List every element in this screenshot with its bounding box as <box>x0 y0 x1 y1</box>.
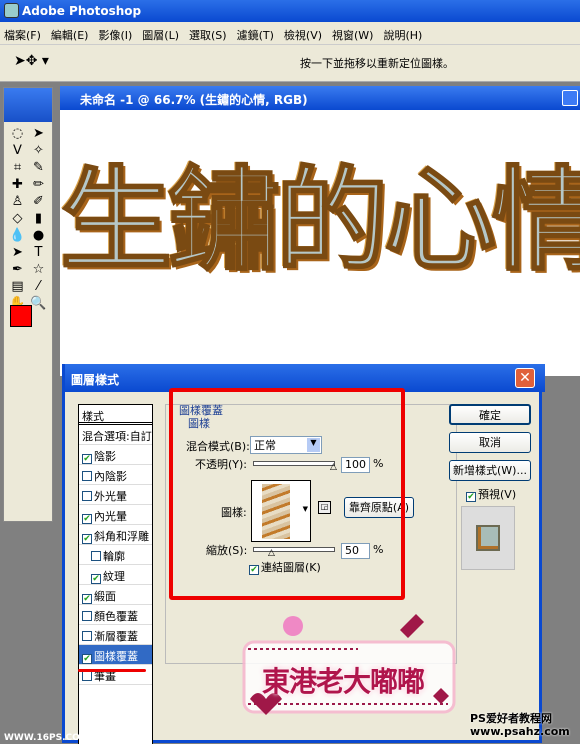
notes-tool-icon[interactable]: ▤ <box>8 279 27 294</box>
app-title: Adobe Photoshop <box>22 4 142 18</box>
foreground-color-swatch[interactable] <box>10 305 32 327</box>
options-bar: ➤✥ ▾ 按一下並拖移以重新定位圖樣。 <box>0 45 580 82</box>
ok-button[interactable]: 確定 <box>449 404 531 425</box>
style-texture[interactable]: ✔ 紋理 <box>79 565 152 585</box>
gradient-tool-icon[interactable]: ▮ <box>29 211 48 226</box>
menu-layer[interactable]: 圖層(L) <box>142 27 179 42</box>
options-hint: 按一下並拖移以重新定位圖樣。 <box>300 57 454 70</box>
red-highlight-box <box>169 388 405 600</box>
style-label: 紋理 <box>103 570 125 583</box>
style-label: 外光暈 <box>94 490 127 503</box>
photoshop-icon <box>4 3 19 18</box>
watermark-line2: www.psahz.com <box>470 725 570 738</box>
close-button[interactable]: ✕ <box>515 368 535 388</box>
history-brush-icon[interactable]: ✐ <box>29 194 48 209</box>
move-tool-icon[interactable]: ➤ <box>29 126 48 141</box>
watermark: PS爱好者教程网 www.psahz.com <box>470 712 570 738</box>
checkbox[interactable] <box>82 491 92 501</box>
checkbox[interactable]: ✔ <box>82 454 92 464</box>
eraser-tool-icon[interactable]: ◇ <box>8 211 27 226</box>
style-label: 緞面 <box>94 590 116 603</box>
checkbox[interactable]: ✔ <box>82 514 92 524</box>
preview-tile <box>476 525 500 551</box>
shape-tool-icon[interactable]: ☆ <box>29 262 48 277</box>
style-inner-glow[interactable]: ✔ 內光暈 <box>79 505 152 525</box>
bottom-watermark: WWW.16PS.COM.CN <box>4 733 107 743</box>
menu-image[interactable]: 影像(I) <box>98 27 132 42</box>
minimize-button[interactable] <box>562 90 578 106</box>
brush-tool-icon[interactable]: ✏ <box>29 177 48 192</box>
lasso-tool-icon[interactable]: ᐯ <box>8 143 27 158</box>
checkbox[interactable]: ✔ <box>82 534 92 544</box>
style-stroke[interactable]: 筆畫 <box>79 665 152 685</box>
style-label: 內光暈 <box>94 510 127 523</box>
magic-wand-icon[interactable]: ✧ <box>29 143 48 158</box>
style-label: 顏色覆蓋 <box>94 610 138 623</box>
menu-select[interactable]: 選取(S) <box>189 27 227 42</box>
checkbox[interactable] <box>91 551 101 561</box>
style-label: 輪廓 <box>103 550 125 563</box>
style-label: 內陰影 <box>94 470 127 483</box>
blending-options[interactable]: 混合選項:自訂 <box>79 425 152 445</box>
type-tool-icon[interactable]: T <box>29 245 48 260</box>
menu-filter[interactable]: 濾鏡(T) <box>237 27 274 42</box>
new-style-button[interactable]: 新增樣式(W)... <box>449 460 531 481</box>
checkbox[interactable] <box>82 671 92 681</box>
checkbox[interactable] <box>82 611 92 621</box>
eyedropper-icon[interactable]: ⁄ <box>29 279 48 294</box>
style-color-overlay[interactable]: 顏色覆蓋 <box>79 605 152 625</box>
move-tool-icon[interactable]: ➤✥ ▾ <box>14 53 49 69</box>
cancel-button[interactable]: 取消 <box>449 432 531 453</box>
app-title-bar: Adobe Photoshop <box>0 0 580 22</box>
document-title-bar: 未命名 -1 @ 66.7% (生鏽的心情, RGB) <box>60 86 580 110</box>
style-bevel-emboss[interactable]: ✔ 斜角和浮雕 <box>79 525 152 545</box>
style-contour[interactable]: 輪廓 <box>79 545 152 565</box>
blur-tool-icon[interactable]: 💧 <box>8 228 27 243</box>
checkbox[interactable]: ✔ <box>82 654 92 664</box>
slice-tool-icon[interactable]: ✎ <box>29 160 48 175</box>
style-outer-glow[interactable]: 外光暈 <box>79 485 152 505</box>
style-satin[interactable]: ✔ 緞面 <box>79 585 152 605</box>
checkbox[interactable]: ✔ <box>82 594 92 604</box>
sticker-text: 東港老大嘟嘟 <box>262 665 425 698</box>
styles-header[interactable]: 樣式 <box>79 405 152 425</box>
style-label: 陰影 <box>94 450 116 463</box>
canvas-rusty-text: 生鏽的心情 <box>59 155 580 287</box>
checkbox[interactable] <box>82 631 92 641</box>
style-drop-shadow[interactable]: ✔ 陰影 <box>79 445 152 465</box>
menu-help[interactable]: 說明(H) <box>383 27 422 42</box>
style-preview <box>461 506 515 570</box>
crop-tool-icon[interactable]: ⌗ <box>8 160 27 175</box>
menu-bar: 檔案(F) 編輯(E) 影像(I) 圖層(L) 選取(S) 濾鏡(T) 檢視(V… <box>0 22 580 45</box>
marquee-tool-icon[interactable]: ◌ <box>8 126 27 141</box>
menu-view[interactable]: 檢視(V) <box>284 27 322 42</box>
checkbox[interactable]: ✔ <box>466 492 476 502</box>
watermark-line1: PS爱好者教程网 <box>470 712 552 725</box>
style-label: 漸層覆蓋 <box>94 630 138 643</box>
document-title: 未命名 -1 @ 66.7% (生鏽的心情, RGB) <box>80 93 308 107</box>
red-underline <box>78 669 146 672</box>
menu-window[interactable]: 視窗(W) <box>332 27 373 42</box>
style-list: 樣式 混合選項:自訂 ✔ 陰影 內陰影 外光暈 ✔ 內光暈 ✔ 斜角和浮雕 輪廓 ✔ 紋… <box>78 404 153 744</box>
stamp-tool-icon[interactable]: ♙ <box>8 194 27 209</box>
dodge-tool-icon[interactable]: ● <box>29 228 48 243</box>
style-label: 圖樣覆蓋 <box>94 650 138 663</box>
style-gradient-overlay[interactable]: 漸層覆蓋 <box>79 625 152 645</box>
preview-label: 預視(V) <box>478 488 517 501</box>
style-label: 斜角和浮雕 <box>94 530 149 543</box>
checkbox[interactable] <box>82 471 92 481</box>
healing-brush-icon[interactable]: ✚ <box>8 177 27 192</box>
style-inner-shadow[interactable]: 內陰影 <box>79 465 152 485</box>
toolbox-header <box>4 88 52 122</box>
checkbox[interactable]: ✔ <box>91 574 101 584</box>
path-select-icon[interactable]: ➤ <box>8 245 27 260</box>
menu-file[interactable]: 檔案(F) <box>4 27 41 42</box>
preview-checkbox[interactable]: ✔ 預視(V) <box>466 486 516 502</box>
style-pattern-overlay[interactable]: ✔ 圖樣覆蓋 <box>79 645 152 665</box>
pen-tool-icon[interactable]: ✒ <box>8 262 27 277</box>
menu-edit[interactable]: 編輯(E) <box>51 27 89 42</box>
